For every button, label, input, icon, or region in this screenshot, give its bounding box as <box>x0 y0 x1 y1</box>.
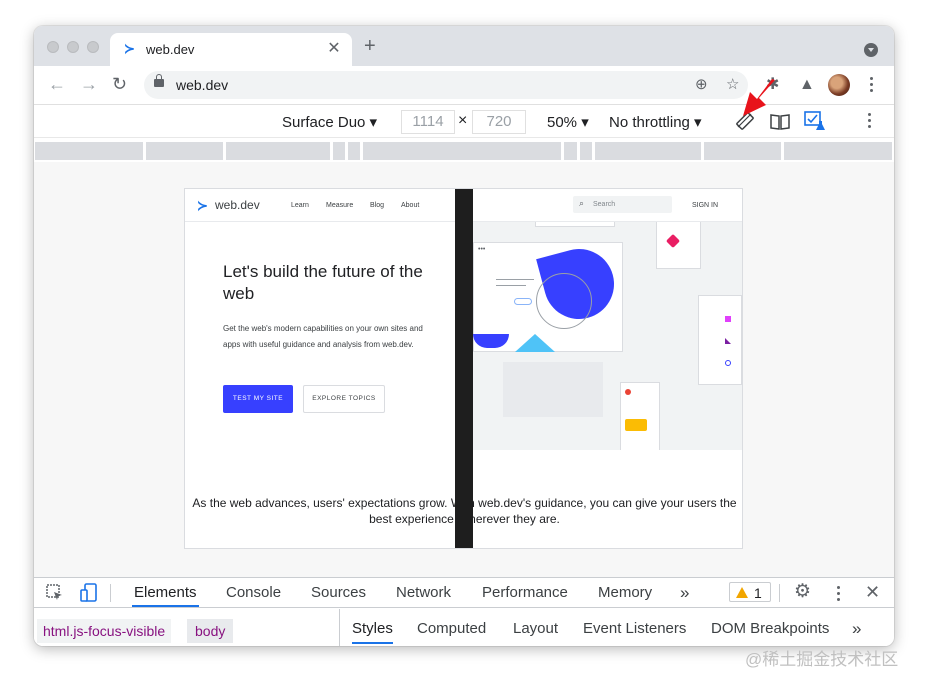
hero-title: Let's build the future of the web <box>223 262 423 303</box>
devtools-panel: Elements Console Sources Network Perform… <box>34 577 894 646</box>
settings-gear-icon[interactable]: ⚙ <box>794 582 811 602</box>
ruler-segment[interactable] <box>146 142 223 160</box>
explore-topics-button[interactable]: EXPLORE TOPICS <box>303 385 385 413</box>
subtab-styles[interactable]: Styles <box>352 618 393 644</box>
ruler-segment[interactable] <box>35 142 143 160</box>
browser-menu-icon[interactable] <box>870 77 874 95</box>
warnings-badge[interactable]: 1 <box>729 582 771 602</box>
back-icon[interactable]: ← <box>48 74 66 94</box>
browser-tab[interactable]: ≻ web.dev ✕ <box>110 33 352 66</box>
reload-icon[interactable]: ↻ <box>112 74 127 94</box>
favicon-icon: ≻ <box>124 41 135 56</box>
warning-icon <box>736 587 748 598</box>
lock-icon <box>154 74 164 87</box>
devtools-tabbar: Elements Console Sources Network Perform… <box>34 578 894 608</box>
nav-about[interactable]: About <box>401 202 419 209</box>
height-input[interactable]: 720 <box>472 110 526 134</box>
device-name: Surface Duo <box>282 114 366 131</box>
ruler-segment[interactable] <box>226 142 330 160</box>
test-my-site-button[interactable]: TEST MY SITE <box>223 385 293 413</box>
tab-search-icon[interactable] <box>864 43 878 57</box>
new-tab-button[interactable]: + <box>364 36 376 56</box>
hero-illustration: ••• <box>473 222 742 450</box>
subtab-layout[interactable]: Layout <box>513 618 558 644</box>
device-toolbar: Surface Duo ▾ 1114 × 720 50% ▾ No thrott… <box>34 79 894 138</box>
tab-title: web.dev <box>146 42 195 57</box>
hero-description: Get the web's modern capabilities on you… <box>223 324 423 349</box>
ruler-segment[interactable] <box>704 142 781 160</box>
search-icon: ⌕ <box>579 198 585 208</box>
url-text[interactable]: web.dev <box>176 77 228 93</box>
media-query-ruler <box>34 139 894 161</box>
more-subtabs-icon[interactable]: » <box>852 618 861 644</box>
ruler-segment[interactable] <box>333 142 345 160</box>
ruler-segment[interactable] <box>595 142 701 160</box>
throttling-value: No throttling <box>609 114 690 131</box>
nav-blog[interactable]: Blog <box>370 202 384 209</box>
add-icon[interactable]: ⊕ <box>695 75 708 95</box>
tab-strip: ≻ web.dev ✕ + <box>34 26 894 66</box>
more-tabs-icon[interactable]: » <box>678 582 691 607</box>
site-logo[interactable]: web.dev <box>215 198 260 212</box>
toolbar-divider <box>110 584 111 602</box>
search-placeholder: Search <box>593 201 616 208</box>
devtools-lower: html.js-focus-visible body Styles Comput… <box>34 609 894 646</box>
ruler-segment[interactable] <box>784 142 892 160</box>
nav-learn[interactable]: Learn <box>291 202 309 209</box>
profile-avatar[interactable] <box>828 74 850 96</box>
annotation-arrow-icon <box>743 79 775 116</box>
inspect-element-icon[interactable] <box>46 584 64 602</box>
zoom-window-button[interactable] <box>87 41 99 53</box>
devtools-menu-icon[interactable] <box>837 586 841 604</box>
zoom-value: 50% <box>547 114 578 131</box>
device-toolbar-menu-icon[interactable] <box>868 113 872 131</box>
flask-icon[interactable]: ▲ <box>799 75 815 95</box>
warning-count: 1 <box>754 585 762 601</box>
ruler-segment[interactable] <box>363 142 561 160</box>
sign-in-link[interactable]: SIGN IN <box>692 202 718 209</box>
device-toolbar-toggle-icon[interactable] <box>80 583 98 603</box>
watermark: @稀土掘金技术社区 <box>745 650 899 669</box>
tab-close-icon[interactable]: ✕ <box>324 39 344 59</box>
address-bar[interactable]: web.dev ⊕ ☆ <box>144 71 748 99</box>
site-search-input[interactable]: ⌕ Search <box>573 196 672 213</box>
forward-icon[interactable]: → <box>80 74 98 94</box>
tab-elements[interactable]: Elements <box>132 582 199 607</box>
nav-measure[interactable]: Measure <box>326 202 353 209</box>
throttling-select[interactable]: No throttling ▾ <box>609 113 702 131</box>
close-devtools-icon[interactable]: ✕ <box>865 581 880 603</box>
breadcrumb-html[interactable]: html.js-focus-visible <box>37 619 172 643</box>
emulated-viewport: ≻ web.dev Learn Measure Blog About ⌕ Sea… <box>34 162 894 577</box>
toolbar-divider <box>779 584 780 602</box>
close-window-button[interactable] <box>47 41 59 53</box>
browser-window: ≻ web.dev ✕ + ← → ↻ web.dev ⊕ ☆ ✱ ▲ Surf… <box>34 26 894 646</box>
minimize-window-button[interactable] <box>67 41 79 53</box>
experimental-features-icon[interactable] <box>804 111 826 131</box>
web-dev-page: ≻ web.dev Learn Measure Blog About ⌕ Sea… <box>184 188 743 549</box>
tab-memory[interactable]: Memory <box>596 582 654 607</box>
device-select[interactable]: Surface Duo ▾ <box>282 113 377 131</box>
width-input[interactable]: 1114 <box>401 110 455 134</box>
zoom-select[interactable]: 50% ▾ <box>547 113 589 131</box>
breadcrumb: html.js-focus-visible body <box>34 609 340 646</box>
subtab-event-listeners[interactable]: Event Listeners <box>583 618 686 644</box>
subtab-computed[interactable]: Computed <box>417 618 486 644</box>
subtab-dom-breakpoints[interactable]: DOM Breakpoints <box>711 618 829 644</box>
tab-sources[interactable]: Sources <box>309 582 368 607</box>
tab-console[interactable]: Console <box>224 582 283 607</box>
dual-screen-hinge <box>455 189 473 548</box>
dimension-times: × <box>458 112 468 129</box>
web-dev-logo-icon: ≻ <box>197 198 208 213</box>
tab-performance[interactable]: Performance <box>480 582 570 607</box>
ruler-segment[interactable] <box>348 142 360 160</box>
breadcrumb-body[interactable]: body <box>187 619 234 643</box>
tab-network[interactable]: Network <box>394 582 453 607</box>
ruler-segment[interactable] <box>564 142 577 160</box>
ruler-segment[interactable] <box>580 142 592 160</box>
